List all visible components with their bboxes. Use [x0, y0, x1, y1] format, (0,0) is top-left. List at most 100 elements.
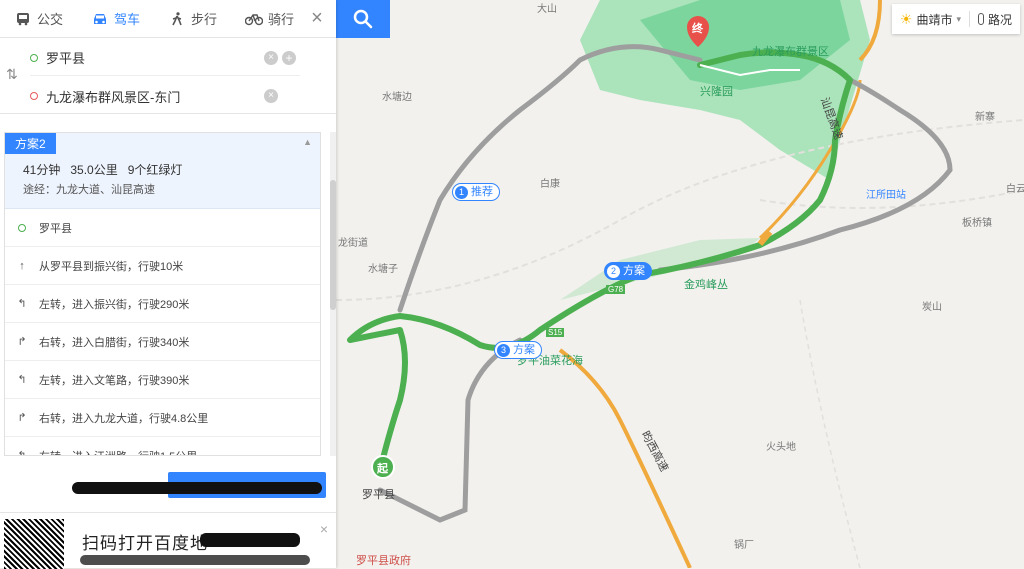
bike-icon	[245, 13, 264, 25]
turn-left-icon: ↰	[17, 298, 27, 310]
route-tag-3[interactable]: 3 方案	[494, 341, 542, 359]
collapse-caret-icon[interactable]: ▲	[303, 137, 312, 147]
route-tag-number: 3	[497, 343, 510, 357]
plan-tag: 方案2	[5, 133, 56, 154]
clear-origin-icon[interactable]: ×	[264, 50, 278, 65]
map-label-baikang: 白康	[540, 179, 560, 190]
close-icon[interactable]: ×	[320, 521, 328, 537]
travel-mode-tabs: 公交 驾车 步行 骑行 ×	[0, 0, 336, 38]
map-label-jinjifeng: 金鸡峰丛	[684, 279, 728, 291]
plan-time: 41分钟	[23, 163, 61, 177]
map-top-controls: ☀ 曲靖市 ▾ 路况	[891, 4, 1020, 34]
close-icon[interactable]: ×	[308, 8, 326, 28]
map-label-zhengfu: 罗平县政府	[356, 555, 411, 567]
route-inputs: ⇅ 罗平县 × + 九龙瀑布群风景区-东门 ×	[0, 38, 336, 114]
map-label-jiangsuotian: 江所田站	[866, 190, 906, 201]
tab-label: 步行	[191, 12, 218, 27]
step-text: 左转，进入江洲路，行驶1.5公里	[39, 448, 197, 456]
route-tag-number: 2	[607, 264, 620, 278]
straight-arrow-icon: ↑	[19, 259, 25, 272]
route-tag-number: 1	[455, 185, 468, 199]
weather-sun-icon: ☀	[899, 10, 913, 27]
tab-bike[interactable]: 骑行	[231, 0, 308, 38]
qr-code	[4, 519, 64, 569]
promo-banner: 扫码打开百度地 ×	[0, 512, 336, 569]
traffic-toggle[interactable]: 路况	[970, 4, 1020, 34]
step-item[interactable]: ↰ 左转，进入江洲路，行驶1.5公里	[5, 437, 320, 456]
step-text: 右转，进入九龙大道，行驶4.8公里	[39, 412, 209, 425]
tab-bus[interactable]: 公交	[0, 0, 77, 38]
map-label-guoying: 锅厂	[734, 540, 754, 551]
scrollbar-thumb[interactable]	[330, 180, 336, 310]
walk-icon	[172, 11, 182, 25]
promo-title: 扫码打开百度地	[82, 534, 208, 553]
turn-right-icon: ↱	[17, 412, 27, 424]
tab-walk[interactable]: 步行	[154, 0, 231, 38]
tab-label: 驾车	[114, 12, 141, 27]
plan-distance: 35.0公里	[70, 163, 118, 177]
map-label-dashan: 大山	[537, 4, 557, 15]
redaction-scribble	[72, 482, 322, 494]
step-item[interactable]: ↱ 右转，进入九龙大道，行驶4.8公里	[5, 399, 320, 437]
route-tag-label: 推荐	[471, 186, 493, 198]
route-tag-label: 方案	[623, 265, 645, 277]
map-label-luoping: 罗平县	[362, 489, 395, 501]
destination-field[interactable]: 九龙瀑布群风景区-东门 ×	[30, 78, 300, 114]
step-item[interactable]: ↰ 左转，进入文笔路，行驶390米	[5, 361, 320, 399]
traffic-label: 路况	[987, 12, 1012, 27]
map-label-baiyun: 白云	[1006, 184, 1024, 195]
step-text: 从罗平县到振兴街，行驶10米	[39, 260, 184, 273]
map-label-jiulong: 九龙瀑布群景区	[752, 46, 829, 58]
clear-destination-icon[interactable]: ×	[264, 89, 278, 103]
car-icon	[94, 13, 107, 24]
tab-drive[interactable]: 驾车	[77, 0, 154, 38]
map-label-xinzhai: 新寨	[975, 112, 995, 123]
route-tag-2[interactable]: 2 方案	[604, 262, 652, 280]
redaction-scribble	[200, 533, 300, 547]
action-bar	[0, 462, 336, 506]
route-panel: 公交 驾车 步行 骑行 × ⇅ 罗平县 × + 九龙瀑布群风景区-东门 × 方案…	[0, 0, 336, 569]
step-text: 罗平县	[39, 222, 72, 235]
city-selector[interactable]: ☀ 曲靖市 ▾	[892, 4, 969, 34]
turn-left-icon: ↰	[17, 450, 27, 456]
step-item[interactable]: ↰ 左转，进入振兴街，行驶290米	[5, 285, 320, 323]
map-label-shuitangbian: 水塘边	[382, 92, 412, 103]
route-tag-label: 方案	[513, 344, 535, 356]
chevron-down-icon: ▾	[956, 13, 961, 24]
plan-detail: 方案2 ▲ 41分钟 35.0公里 9个红绿灯 途经：九龙大道、汕昆高速 罗平县…	[4, 132, 321, 456]
step-text: 左转，进入振兴街，行驶290米	[39, 298, 190, 311]
map-label-shuitangzi: 水塘子	[368, 264, 398, 275]
swap-icon[interactable]: ⇅	[6, 66, 18, 83]
map-label-banqiao: 板桥镇	[962, 218, 992, 229]
search-icon	[353, 9, 373, 29]
traffic-light-icon	[977, 13, 984, 25]
start-marker[interactable]: 起	[377, 460, 388, 476]
road-shield-g78: G78	[606, 285, 626, 294]
bus-icon	[17, 12, 29, 25]
city-label: 曲靖市	[916, 12, 953, 27]
map-label-longjiedao: 龙街道	[338, 238, 368, 249]
step-text: 右转，进入白腊街，行驶340米	[39, 336, 190, 349]
origin-value: 罗平县	[46, 51, 86, 66]
plan-header[interactable]: 方案2 ▲ 41分钟 35.0公里 9个红绿灯 途经：九龙大道、汕昆高速	[5, 133, 320, 209]
road-shield-s15: S15	[546, 328, 565, 337]
step-item[interactable]: 罗平县	[5, 209, 320, 247]
destination-value: 九龙瀑布群风景区-东门	[46, 89, 181, 105]
search-button[interactable]	[336, 0, 390, 38]
redaction-scribble	[80, 555, 310, 565]
route-tag-1[interactable]: 1 推荐	[452, 183, 500, 201]
start-dot-icon	[15, 221, 29, 235]
map-label-xinglongyuan: 兴隆园	[700, 86, 733, 98]
plan-lights: 9个红绿灯	[127, 163, 183, 177]
origin-field[interactable]: 罗平县 × +	[30, 40, 300, 76]
step-item[interactable]: ↱ 右转，进入白腊街，行驶340米	[5, 323, 320, 361]
destination-dot-icon	[30, 92, 38, 100]
turn-left-icon: ↰	[17, 374, 27, 386]
map-label-huotoudi: 火头地	[766, 442, 796, 453]
step-list: 罗平县 ↑ 从罗平县到振兴街，行驶10米 ↰ 左转，进入振兴街，行驶290米 ↱…	[5, 209, 320, 456]
end-marker[interactable]: 终	[692, 20, 703, 36]
add-waypoint-icon[interactable]: +	[282, 50, 296, 65]
origin-dot-icon	[30, 53, 38, 62]
step-item[interactable]: ↑ 从罗平县到振兴街，行驶10米	[5, 247, 320, 285]
step-text: 左转，进入文笔路，行驶390米	[39, 374, 190, 387]
